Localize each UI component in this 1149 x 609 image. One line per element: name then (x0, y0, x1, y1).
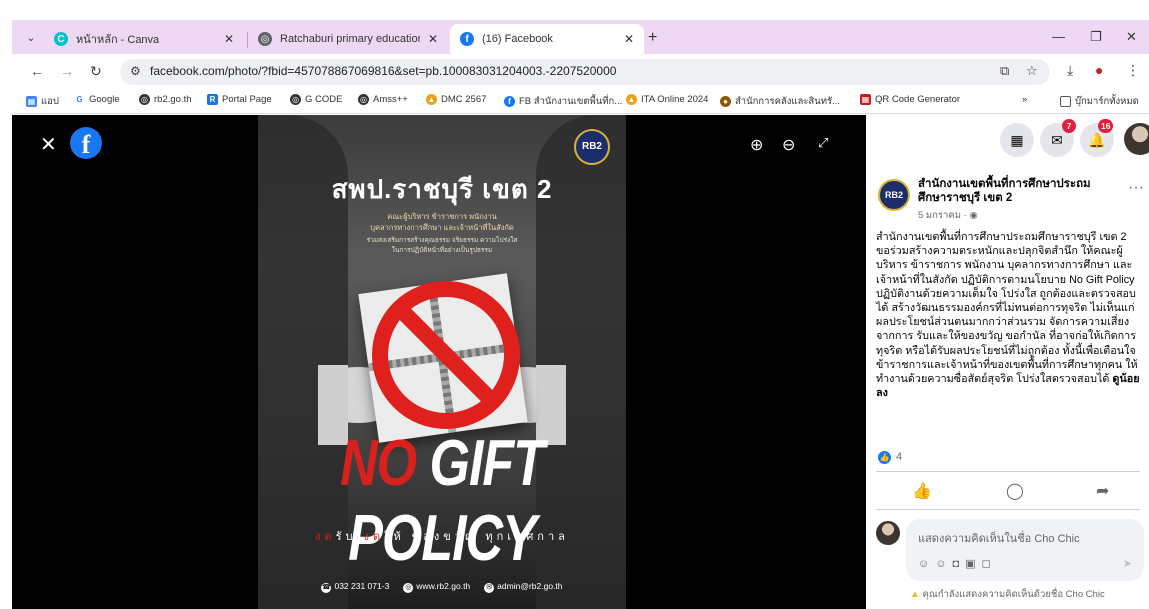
mail-icon: ✉ (484, 583, 495, 593)
poster-subtitle-line: ในการปฏิบัติหน้าที่อย่างเป็นรูปธรรม (391, 247, 493, 254)
public-globe-icon: ◉ (969, 210, 978, 221)
tab-ratchaburi[interactable]: ◎ Ratchaburi primary education : ✕ (248, 24, 448, 54)
post-date[interactable]: 5 มกราคม · ◉ (918, 208, 978, 223)
post-text: สำนักงานเขตพื้นที่การศึกษาประถมศึกษาราชบ… (876, 231, 1140, 400)
tab-canva[interactable]: C หน้าหลัก - Canva ✕ (44, 24, 244, 54)
bookmark-google[interactable]: G Google (74, 94, 120, 105)
share-icon[interactable]: ➦ (1096, 481, 1109, 501)
site-info-icon[interactable]: ⚙ (130, 64, 141, 78)
comment-icon[interactable]: ◯ (1006, 481, 1024, 501)
minimize-icon[interactable]: — (1052, 29, 1065, 44)
bookmark-fb[interactable]: f FB สำนักงานเขตพื้นที่ก... (504, 94, 622, 109)
fullscreen-icon[interactable]: ⤢ (818, 135, 828, 151)
warning-icon: ▲ (910, 589, 920, 600)
cast-icon[interactable]: ⧉ (1000, 63, 1009, 79)
address-bar[interactable]: ⚙ facebook.com/photo/?fbid=4570788670698… (120, 59, 1050, 85)
bookmark-ita[interactable]: ▲ ITA Online 2024 (626, 94, 708, 105)
extension-icon[interactable]: ● (1095, 62, 1103, 78)
tab-facebook[interactable]: f (16) Facebook ✕ (450, 24, 644, 54)
bookmark-dmc[interactable]: ▲ DMC 2567 (426, 94, 486, 105)
globe-icon: ◎ (358, 94, 369, 105)
globe-icon: ◎ (403, 583, 414, 593)
tab-title: (16) Facebook (482, 33, 553, 45)
zoom-out-icon[interactable]: ⊖ (782, 135, 795, 155)
zoom-in-icon[interactable]: ⊕ (750, 135, 763, 155)
bookmark-all[interactable]: บุ๊กมาร์กทั้งหมด (1060, 94, 1139, 109)
poster-tagline: งดรับ งดให้ ของขวัญ ทุกเทศกาล (315, 531, 569, 543)
hand-icon: ▲ (626, 94, 637, 105)
poster-headline: NO GIFT POLICY (340, 427, 545, 575)
globe-icon: ◎ (258, 32, 272, 46)
poster-contacts: ☎ 032 231 071-3 ◎ www.rb2.go.th ✉ admin@rb2… (321, 581, 563, 593)
url-text[interactable]: facebook.com/photo/?fbid=457078867069816… (150, 64, 616, 78)
canva-icon: C (54, 32, 68, 46)
post-panel: ▦ ✉ 7 🔔 16 RB2 สำนักงานเขตพื้นที่การศึกษ… (866, 115, 1149, 609)
poster-title: สพป.ราชบุรี เขต 2 (331, 174, 553, 204)
apps-grid-icon: ▦ (26, 96, 37, 107)
poster-subtitle-line: บุคลากรทางการศึกษา และเจ้าหน้าที่ในสังกั… (370, 223, 514, 232)
like-reaction-icon[interactable]: 👍 (878, 451, 891, 464)
comment-input[interactable]: แสดงความคิดเห็นในชื่อ Cho Chic ☺☺◘▣◻ ➤ (906, 519, 1144, 581)
photo-viewer: ✕ f ⊕ ⊖ ⤢ RB2 สพป.ราชบุรี เขต 2 คณะผู้บร… (12, 115, 866, 609)
folder-icon (1060, 96, 1071, 107)
bookmark-qr[interactable]: ▦ QR Code Generator (860, 94, 960, 105)
menu-icon[interactable]: ⋮ (1126, 62, 1140, 79)
bookmark-amss[interactable]: ◎ Amss++ (358, 94, 408, 105)
menu-grid-icon[interactable]: ▦ (1000, 123, 1034, 157)
send-icon[interactable]: ➤ (1123, 557, 1132, 570)
page-avatar[interactable]: RB2 (878, 179, 910, 211)
close-icon[interactable]: ✕ (224, 32, 234, 46)
poster-image: RB2 สพป.ราชบุรี เขต 2 คณะผู้บริหาร ข้ารา… (258, 115, 626, 609)
browser-window: ⌄ C หน้าหลัก - Canva ✕ ◎ Ratchaburi prim… (12, 0, 1149, 609)
facebook-logo-icon[interactable]: f (70, 127, 102, 159)
bookmark-apps[interactable]: ▦ แอป (26, 94, 59, 109)
more-options-icon[interactable]: ··· (1128, 179, 1144, 197)
hand-icon: ▲ (426, 94, 437, 105)
globe-icon: ◎ (139, 94, 150, 105)
qr-icon: ▦ (860, 94, 871, 105)
close-icon[interactable]: ✕ (40, 132, 57, 157)
bookmarks-bar: ▦ แอป G Google ◎ rb2.go.th R Portal Page ◎ G … (12, 90, 1149, 114)
bookmark-rb2[interactable]: ◎ rb2.go.th (139, 94, 192, 105)
prohibited-sign-icon (372, 281, 520, 429)
forward-icon[interactable]: → (60, 63, 74, 79)
comment-tools[interactable]: ☺☺◘▣◻ (918, 557, 997, 570)
bookmark-finance[interactable]: ● สำนักการคลังและสินทรั... (720, 94, 840, 109)
restore-icon[interactable]: ❐ (1090, 29, 1102, 45)
navigation-bar: ← → ↻ ⚙ facebook.com/photo/?fbid=4570788… (12, 54, 1149, 90)
portal-icon: R (207, 94, 218, 105)
tab-search-chevron-icon[interactable]: ⌄ (20, 27, 42, 49)
bookmark-star-icon[interactable]: ☆ (1026, 63, 1038, 79)
facebook-icon: f (504, 96, 515, 107)
seal-icon: ● (720, 96, 731, 107)
reload-icon[interactable]: ↻ (90, 63, 102, 80)
bookmark-portal[interactable]: R Portal Page (207, 94, 272, 105)
new-tab-button[interactable]: + (648, 29, 657, 47)
close-icon[interactable]: ✕ (624, 32, 634, 46)
tab-title: Ratchaburi primary education : (280, 33, 420, 45)
close-icon[interactable]: ✕ (428, 32, 438, 46)
bookmark-gcode[interactable]: ◎ G CODE (290, 94, 342, 105)
commenter-avatar (876, 521, 900, 545)
back-icon[interactable]: ← (30, 63, 44, 79)
phone-icon: ☎ (321, 583, 332, 593)
bookmarks-overflow-icon[interactable]: » (1022, 94, 1027, 105)
facebook-icon: f (460, 32, 474, 46)
download-icon[interactable]: ⤓ (1067, 62, 1073, 79)
post-author[interactable]: สำนักงานเขตพื้นที่การศึกษาประถมศึกษาราชบ… (918, 177, 1108, 205)
messenger-badge: 7 (1062, 119, 1076, 133)
tab-title: หน้าหลัก - Canva (76, 34, 160, 46)
window-close-icon[interactable]: ✕ (1126, 29, 1137, 45)
comment-notice: ▲ คุณกำลังแสดงความคิดเห็นด้วยชื่อ Cho Ch… (910, 589, 1105, 600)
tab-bar: ⌄ C หน้าหลัก - Canva ✕ ◎ Ratchaburi prim… (12, 20, 1149, 54)
globe-icon: ◎ (290, 94, 301, 105)
like-icon[interactable]: 👍 (912, 481, 932, 501)
poster-logo: RB2 (574, 129, 610, 165)
poster-subtitle-line: คณะผู้บริหาร ข้าราชการ พนักงาน (387, 212, 497, 221)
reaction-count[interactable]: 4 (896, 451, 902, 463)
google-icon: G (74, 94, 85, 105)
profile-avatar[interactable] (1124, 123, 1149, 155)
